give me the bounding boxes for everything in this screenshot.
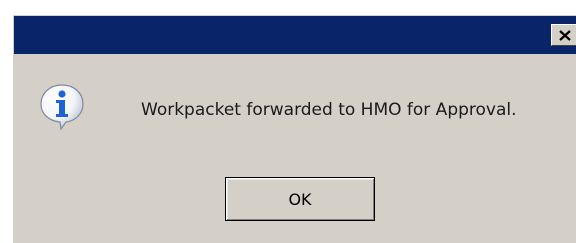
- message-dialog: Workpacket forwarded to HMO for Approval…: [12, 14, 576, 243]
- dialog-message: Workpacket forwarded to HMO for Approval…: [141, 100, 517, 120]
- ok-button[interactable]: OK: [225, 177, 375, 221]
- title-bar[interactable]: [14, 16, 576, 54]
- close-button[interactable]: [551, 24, 576, 46]
- close-icon: [559, 30, 571, 41]
- info-icon: [40, 84, 84, 131]
